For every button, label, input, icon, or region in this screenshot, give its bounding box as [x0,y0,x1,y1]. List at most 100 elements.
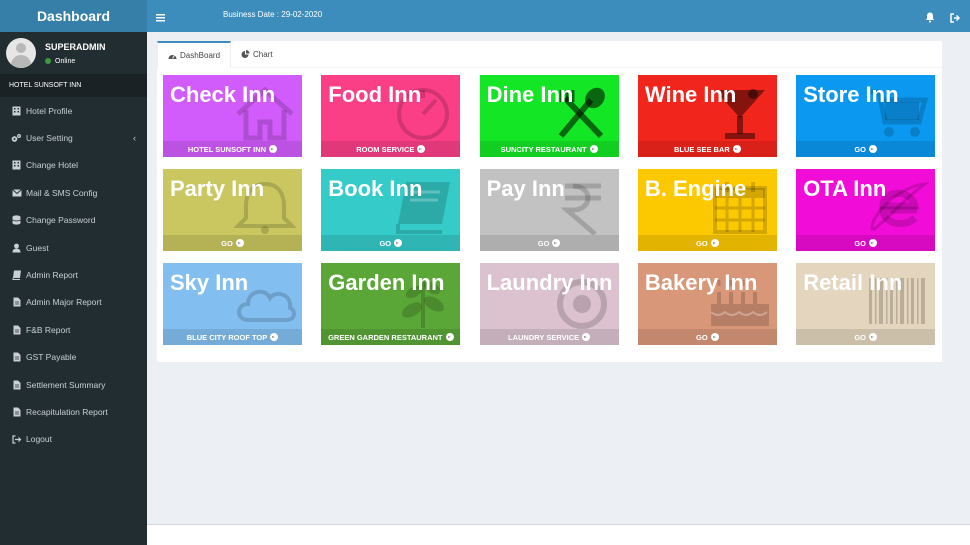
tile-footer-link[interactable]: GO [637,235,777,251]
arrow-circle-right-icon [589,145,598,153]
footer-bar [147,524,970,545]
sidebar-item-recapitulation-report[interactable]: Recapitulation Report [0,398,147,425]
arrow-circle-right-icon [270,333,279,341]
arrow-circle-right-icon [269,145,278,153]
arrow-circle-right-icon [869,333,878,341]
tile-garden-inn[interactable]: Garden Inn GREEN GARDEN RESTAURANT [321,263,461,345]
tile-title: Dine Inn [486,82,574,107]
tile-footer-link[interactable]: BLUE SEE BAR [637,141,777,157]
tile-b-engine[interactable]: B. Engine GO [637,169,777,251]
tile-footer-label: GO [854,332,867,342]
tile-pay-inn[interactable]: Pay Inn GO [479,169,619,251]
dashboard-panel: DashBoard Chart Check Inn HOTEL SUNSOFT I… [157,41,942,362]
tile-title: Wine Inn [644,82,737,107]
book-icon [11,270,22,281]
bell-icon[interactable] [925,10,935,28]
sidebar-item-logout[interactable]: Logout [0,426,147,453]
hotel-header: HOTEL SUNSOFT INN [0,74,147,97]
arrow-circle-right-icon [710,239,719,247]
user-icon [11,242,22,253]
tile-footer-label: SUNCITY RESTAURANT [500,144,587,154]
tile-footer-link[interactable]: GO [796,329,936,345]
tile-footer-link[interactable]: ROOM SERVICE [321,141,461,157]
tile-food-inn[interactable]: Food Inn ROOM SERVICE [321,75,461,157]
tile-laundry-inn[interactable]: Laundry Inn LAUNDRY SERVICE [479,263,619,345]
tile-store-inn[interactable]: Store Inn GO [796,75,936,157]
sidebar-item-label: Change Password [26,215,96,226]
tile-footer-link[interactable]: GO [796,235,936,251]
arrow-circle-right-icon [582,333,591,341]
sidebar-item-label: User Setting [26,133,73,144]
tile-footer-label: GO [854,144,867,154]
avatar [6,38,36,68]
tile-footer-link[interactable]: GO [163,235,302,251]
tile-title: Pay Inn [486,176,565,201]
tile-title: Party Inn [170,176,265,201]
tab-dashboard[interactable]: DashBoard [157,41,232,68]
tab-chart[interactable]: Chart [231,41,283,68]
file-icon [11,406,22,417]
sidebar-item-label: Mail & SMS Config [26,187,98,198]
tile-footer-link[interactable]: GO [796,141,936,157]
dashboard-icon [168,54,177,59]
tile-footer-link[interactable]: GO [321,235,461,251]
sign-out-icon [11,434,22,445]
tile-title: Bakery Inn [644,270,758,295]
arrow-circle-right-icon [869,145,878,153]
business-date: Business Date : 29-02-2020 [223,10,323,19]
sidebar-item-label: F&B Report [26,324,71,335]
tile-retail-inn[interactable]: Retail Inn GO [796,263,936,345]
tile-footer-link[interactable]: GREEN GARDEN RESTAURANT [321,329,461,345]
file-icon [11,297,22,308]
sidebar-item-change-hotel[interactable]: Change Hotel [0,152,147,179]
tile-footer-link[interactable]: SUNCITY RESTAURANT [479,141,619,157]
envelope-icon [11,187,22,198]
building-icon [11,105,22,116]
sidebar-item-label: Recapitulation Report [26,406,108,417]
sidebar-item-mail-sms-config[interactable]: Mail & SMS Config [0,179,147,206]
tile-wine-inn[interactable]: Wine Inn BLUE SEE BAR [637,75,777,157]
sidebar-item-label: Admin Major Report [26,297,102,308]
user-panel: SUPERADMIN Online [0,32,147,74]
sidebar-item-hotel-profile[interactable]: Hotel Profile [0,97,147,124]
tile-footer-label: BLUE SEE BAR [673,144,730,154]
file-icon [11,324,22,335]
tile-footer-label: GO [696,332,708,342]
tile-bakery-inn[interactable]: Bakery Inn GO [637,263,777,345]
sidebar-item-admin-report[interactable]: Admin Report [0,261,147,288]
tile-footer-link[interactable]: BLUE CITY ROOF TOP [163,329,302,345]
file-icon [11,379,22,390]
tile-title: Book Inn [328,176,423,201]
sidebar-item-user-setting[interactable]: User Setting ‹ [0,124,147,151]
file-icon [11,352,22,363]
tile-ota-inn[interactable]: OTA Inn GO [796,169,936,251]
tile-footer-label: GO [537,238,550,248]
tile-footer-link[interactable]: GO [479,235,619,251]
tile-title: Laundry Inn [486,270,613,295]
pie-chart-icon [241,50,250,58]
tile-party-inn[interactable]: Party Inn GO [163,169,302,251]
tile-footer-link[interactable]: HOTEL SUNSOFT INN [163,141,302,157]
tile-sky-inn[interactable]: Sky Inn BLUE CITY ROOF TOP [163,263,302,345]
tile-footer-link[interactable]: GO [637,329,777,345]
sidebar-item-guest[interactable]: Guest [0,234,147,261]
arrow-circle-right-icon [869,239,878,247]
sidebar-item-label: Guest [26,242,49,253]
tile-check-inn[interactable]: Check Inn HOTEL SUNSOFT INN [163,75,302,157]
logout-icon[interactable] [950,10,961,28]
sidebar-item-f-b-report[interactable]: F&B Report [0,316,147,343]
menu-toggle-icon[interactable] [156,9,165,27]
tile-footer-label: GO [854,238,867,248]
sidebar-item-admin-major-report[interactable]: Admin Major Report [0,289,147,316]
tile-dine-inn[interactable]: Dine Inn SUNCITY RESTAURANT [479,75,619,157]
sidebar-item-change-password[interactable]: Change Password [0,207,147,234]
tile-book-inn[interactable]: Book Inn GO [321,169,461,251]
sidebar-item-gst-payable[interactable]: GST Payable [0,344,147,371]
sidebar-item-settlement-summary[interactable]: Settlement Summary [0,371,147,398]
sidebar-item-label: Change Hotel [26,160,78,171]
arrow-circle-right-icon [445,333,454,341]
tile-title: Retail Inn [803,270,903,295]
tile-footer-link[interactable]: LAUNDRY SERVICE [479,329,619,345]
arrow-circle-right-icon [552,239,561,247]
brand-logo[interactable]: Dashboard [0,0,147,32]
